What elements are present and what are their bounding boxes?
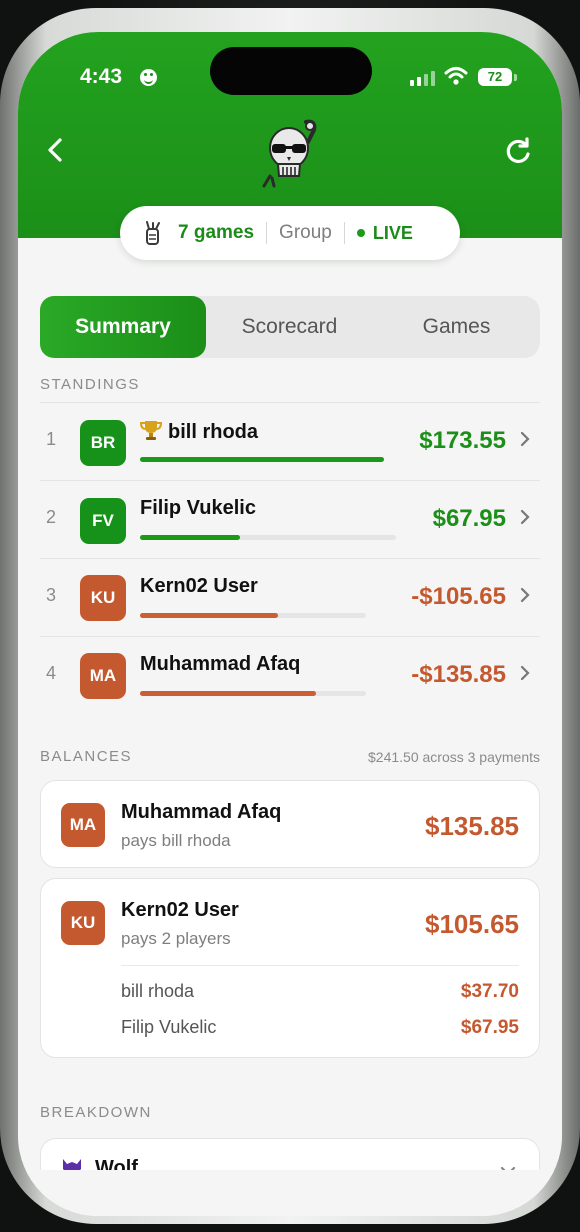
avatar: MA <box>80 653 126 699</box>
balances-heading: BALANCES <box>40 748 133 765</box>
avatar: KU <box>61 901 105 945</box>
standing-rank: 1 <box>46 429 57 449</box>
breakdown-heading: BREAKDOWN <box>40 1104 152 1121</box>
standing-bar-fill <box>140 535 240 540</box>
scroll-clip <box>18 1170 562 1216</box>
payee-name: Filip Vukelic <box>121 1017 217 1037</box>
payer-name: Kern02 User <box>121 899 239 921</box>
avatar: KU <box>80 575 126 621</box>
app-screen: 4:43 72 7 games Group LIVE Summary Score… <box>18 32 562 1216</box>
trophy-icon <box>140 421 162 440</box>
player-amount: -$105.65 <box>411 583 506 610</box>
standing-bar-fill <box>140 613 278 618</box>
payer-amount: $135.85 <box>425 811 519 841</box>
payer-subtitle: pays 2 players <box>121 929 231 948</box>
player-name: Muhammad Afaq <box>140 653 301 675</box>
tab-summary[interactable]: Summary <box>40 296 206 358</box>
games-count: 7 games <box>178 222 255 243</box>
payee-name: bill rhoda <box>121 981 195 1001</box>
standing-row[interactable]: 2 FV Filip Vukelic $67.95 <box>40 480 540 557</box>
chevron-right-icon <box>520 665 530 681</box>
player-name-text: bill rhoda <box>168 421 258 443</box>
balance-card[interactable]: KU Kern02 User pays 2 players $105.65 bi… <box>40 878 540 1058</box>
pill-divider <box>266 222 268 244</box>
avatar: MA <box>61 803 105 847</box>
standing-bar-fill <box>140 457 384 462</box>
avatar: FV <box>80 498 126 544</box>
payer-name: Muhammad Afaq <box>121 801 282 823</box>
pill-divider <box>343 222 345 244</box>
status-time: 4:43 <box>80 65 123 88</box>
refresh-icon[interactable] <box>502 136 534 168</box>
phone-frame: 4:43 72 7 games Group LIVE Summary Score… <box>0 8 580 1224</box>
standing-row[interactable]: 4 MA Muhammad Afaq -$135.85 <box>40 636 540 713</box>
standing-bar <box>140 535 396 540</box>
payee-amount: $37.70 <box>460 981 519 1002</box>
payee-amount: $67.95 <box>460 1017 519 1038</box>
view-tabs: Summary Scorecard Games <box>40 296 540 358</box>
standing-rank: 4 <box>46 663 57 683</box>
wifi-icon <box>444 67 468 85</box>
cellular-signal-icon <box>410 70 436 86</box>
round-info-pill: 7 games Group LIVE <box>120 206 460 260</box>
player-amount: -$135.85 <box>411 661 506 688</box>
game-mode-label: Group <box>279 222 332 243</box>
avatar: BR <box>80 420 126 466</box>
player-name: bill rhoda <box>140 419 258 444</box>
tab-scorecard[interactable]: Scorecard <box>206 296 373 358</box>
payer-subtitle: pays bill rhoda <box>121 831 231 850</box>
standing-row[interactable]: 3 KU Kern02 User -$105.65 <box>40 558 540 635</box>
skull-logo-icon <box>262 119 317 188</box>
chevron-right-icon <box>520 431 530 447</box>
chevron-right-icon <box>520 587 530 603</box>
standing-bar-fill <box>140 691 317 696</box>
dynamic-island <box>210 47 372 95</box>
chevron-right-icon <box>520 509 530 525</box>
player-amount: $67.95 <box>432 505 506 532</box>
card-divider <box>121 965 519 966</box>
player-amount: $173.55 <box>419 427 506 454</box>
payer-amount: $105.65 <box>425 909 519 939</box>
standing-row[interactable]: 1 BR bill rhoda $173.55 <box>40 402 540 479</box>
battery-tip <box>514 74 517 81</box>
balances-summary: $241.50 across 3 payments <box>368 749 540 765</box>
focus-icon <box>140 69 157 86</box>
balance-card[interactable]: MA Muhammad Afaq pays bill rhoda $135.85 <box>40 780 540 868</box>
player-name: Kern02 User <box>140 575 258 597</box>
standing-bar <box>140 457 384 462</box>
battery-indicator: 72 <box>478 68 512 86</box>
standing-bar <box>140 691 366 696</box>
standing-rank: 2 <box>46 507 57 527</box>
standings-heading: STANDINGS <box>40 376 140 393</box>
live-dot-icon <box>356 229 365 237</box>
live-status: LIVE <box>372 222 413 243</box>
standing-bar <box>140 613 366 618</box>
chevron-left-icon[interactable] <box>40 132 72 168</box>
golf-bag-icon <box>146 221 160 245</box>
player-name: Filip Vukelic <box>140 497 256 519</box>
tab-games[interactable]: Games <box>373 296 540 358</box>
standing-rank: 3 <box>46 585 57 605</box>
